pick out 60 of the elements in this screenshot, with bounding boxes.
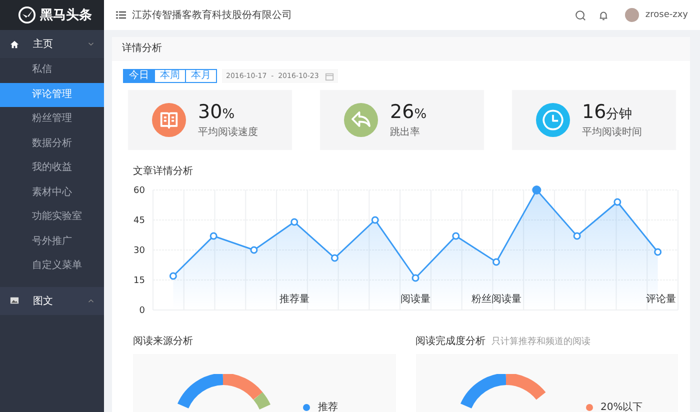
menu-icon[interactable] — [116, 11, 126, 19]
point — [492, 258, 500, 266]
nav-item[interactable]: 粉丝管理 — [0, 107, 104, 132]
stat-value: 26% — [390, 102, 427, 124]
bell-icon[interactable] — [598, 10, 610, 20]
point — [330, 254, 338, 262]
stat-value: 16分钟 — [582, 102, 634, 124]
point — [210, 232, 218, 240]
nav-item[interactable]: 号外推广 — [0, 230, 104, 254]
nav-item[interactable]: 素材中心 — [0, 180, 104, 205]
nav-item[interactable]: 自定义菜单 — [0, 254, 104, 278]
point — [412, 274, 420, 282]
axis-tick-label: 60 — [134, 186, 145, 196]
axis-tick-label: 0 — [139, 306, 145, 316]
stat-label: 平均阅读时间 — [582, 126, 642, 138]
nav-group[interactable]: 图文 — [0, 286, 104, 314]
panel-title: 详情分析 — [112, 37, 690, 61]
nav-item[interactable]: 私信 — [0, 58, 104, 82]
axis-tick-label: 15 — [134, 276, 145, 286]
company-name: 江苏传智播客教育科技股份有限公司 — [132, 8, 292, 22]
axis-category-label: 评论量 — [646, 294, 676, 305]
point — [573, 232, 581, 240]
point — [250, 246, 258, 254]
point — [290, 218, 298, 226]
logo-icon — [18, 6, 36, 24]
stat-value: 30% — [198, 102, 236, 124]
nav-item[interactable]: 我的收益 — [0, 156, 104, 180]
tab[interactable]: 本周 — [154, 69, 186, 83]
point — [452, 232, 460, 240]
axis-tick-label: 45 — [134, 216, 145, 226]
tab[interactable]: 本月 — [185, 69, 217, 83]
nav-item[interactable]: 评论管理 — [0, 82, 104, 107]
legend-label: 推荐 — [318, 400, 338, 412]
nav-group[interactable]: 主页 — [0, 30, 104, 58]
home-icon — [10, 40, 19, 48]
axis-category-label: 推荐量 — [279, 294, 310, 305]
axis-category-label: 粉丝阅读量 — [471, 294, 522, 305]
point — [371, 216, 379, 224]
nav-item[interactable]: 功能实验室 — [0, 205, 104, 230]
legend-label: 20%以下 — [600, 400, 643, 412]
axis-category-label: 阅读量 — [400, 294, 430, 305]
point — [654, 248, 662, 256]
user-name[interactable]: zrose-zxy — [645, 10, 688, 20]
section-title: 阅读完成度分析 — [416, 334, 486, 348]
point — [532, 186, 542, 194]
section-title: 阅读来源分析 — [133, 334, 193, 348]
section-note: 只计算推荐和频道的阅读 — [492, 336, 590, 348]
image-icon — [10, 296, 19, 305]
point — [614, 198, 622, 206]
axis-tick-label: 30 — [134, 246, 145, 256]
stat-label: 跳出率 — [390, 126, 421, 138]
caret-icon — [88, 42, 94, 46]
section-title: 文章详情分析 — [133, 164, 194, 178]
logo-text: 黑马头条 — [40, 7, 92, 24]
point — [169, 272, 177, 280]
tab[interactable]: 今日 — [123, 69, 155, 83]
search-icon[interactable] — [575, 10, 586, 20]
nav-item[interactable]: 数据分析 — [0, 132, 104, 156]
stat-label: 平均阅读速度 — [198, 126, 258, 138]
caret-icon — [88, 298, 94, 302]
